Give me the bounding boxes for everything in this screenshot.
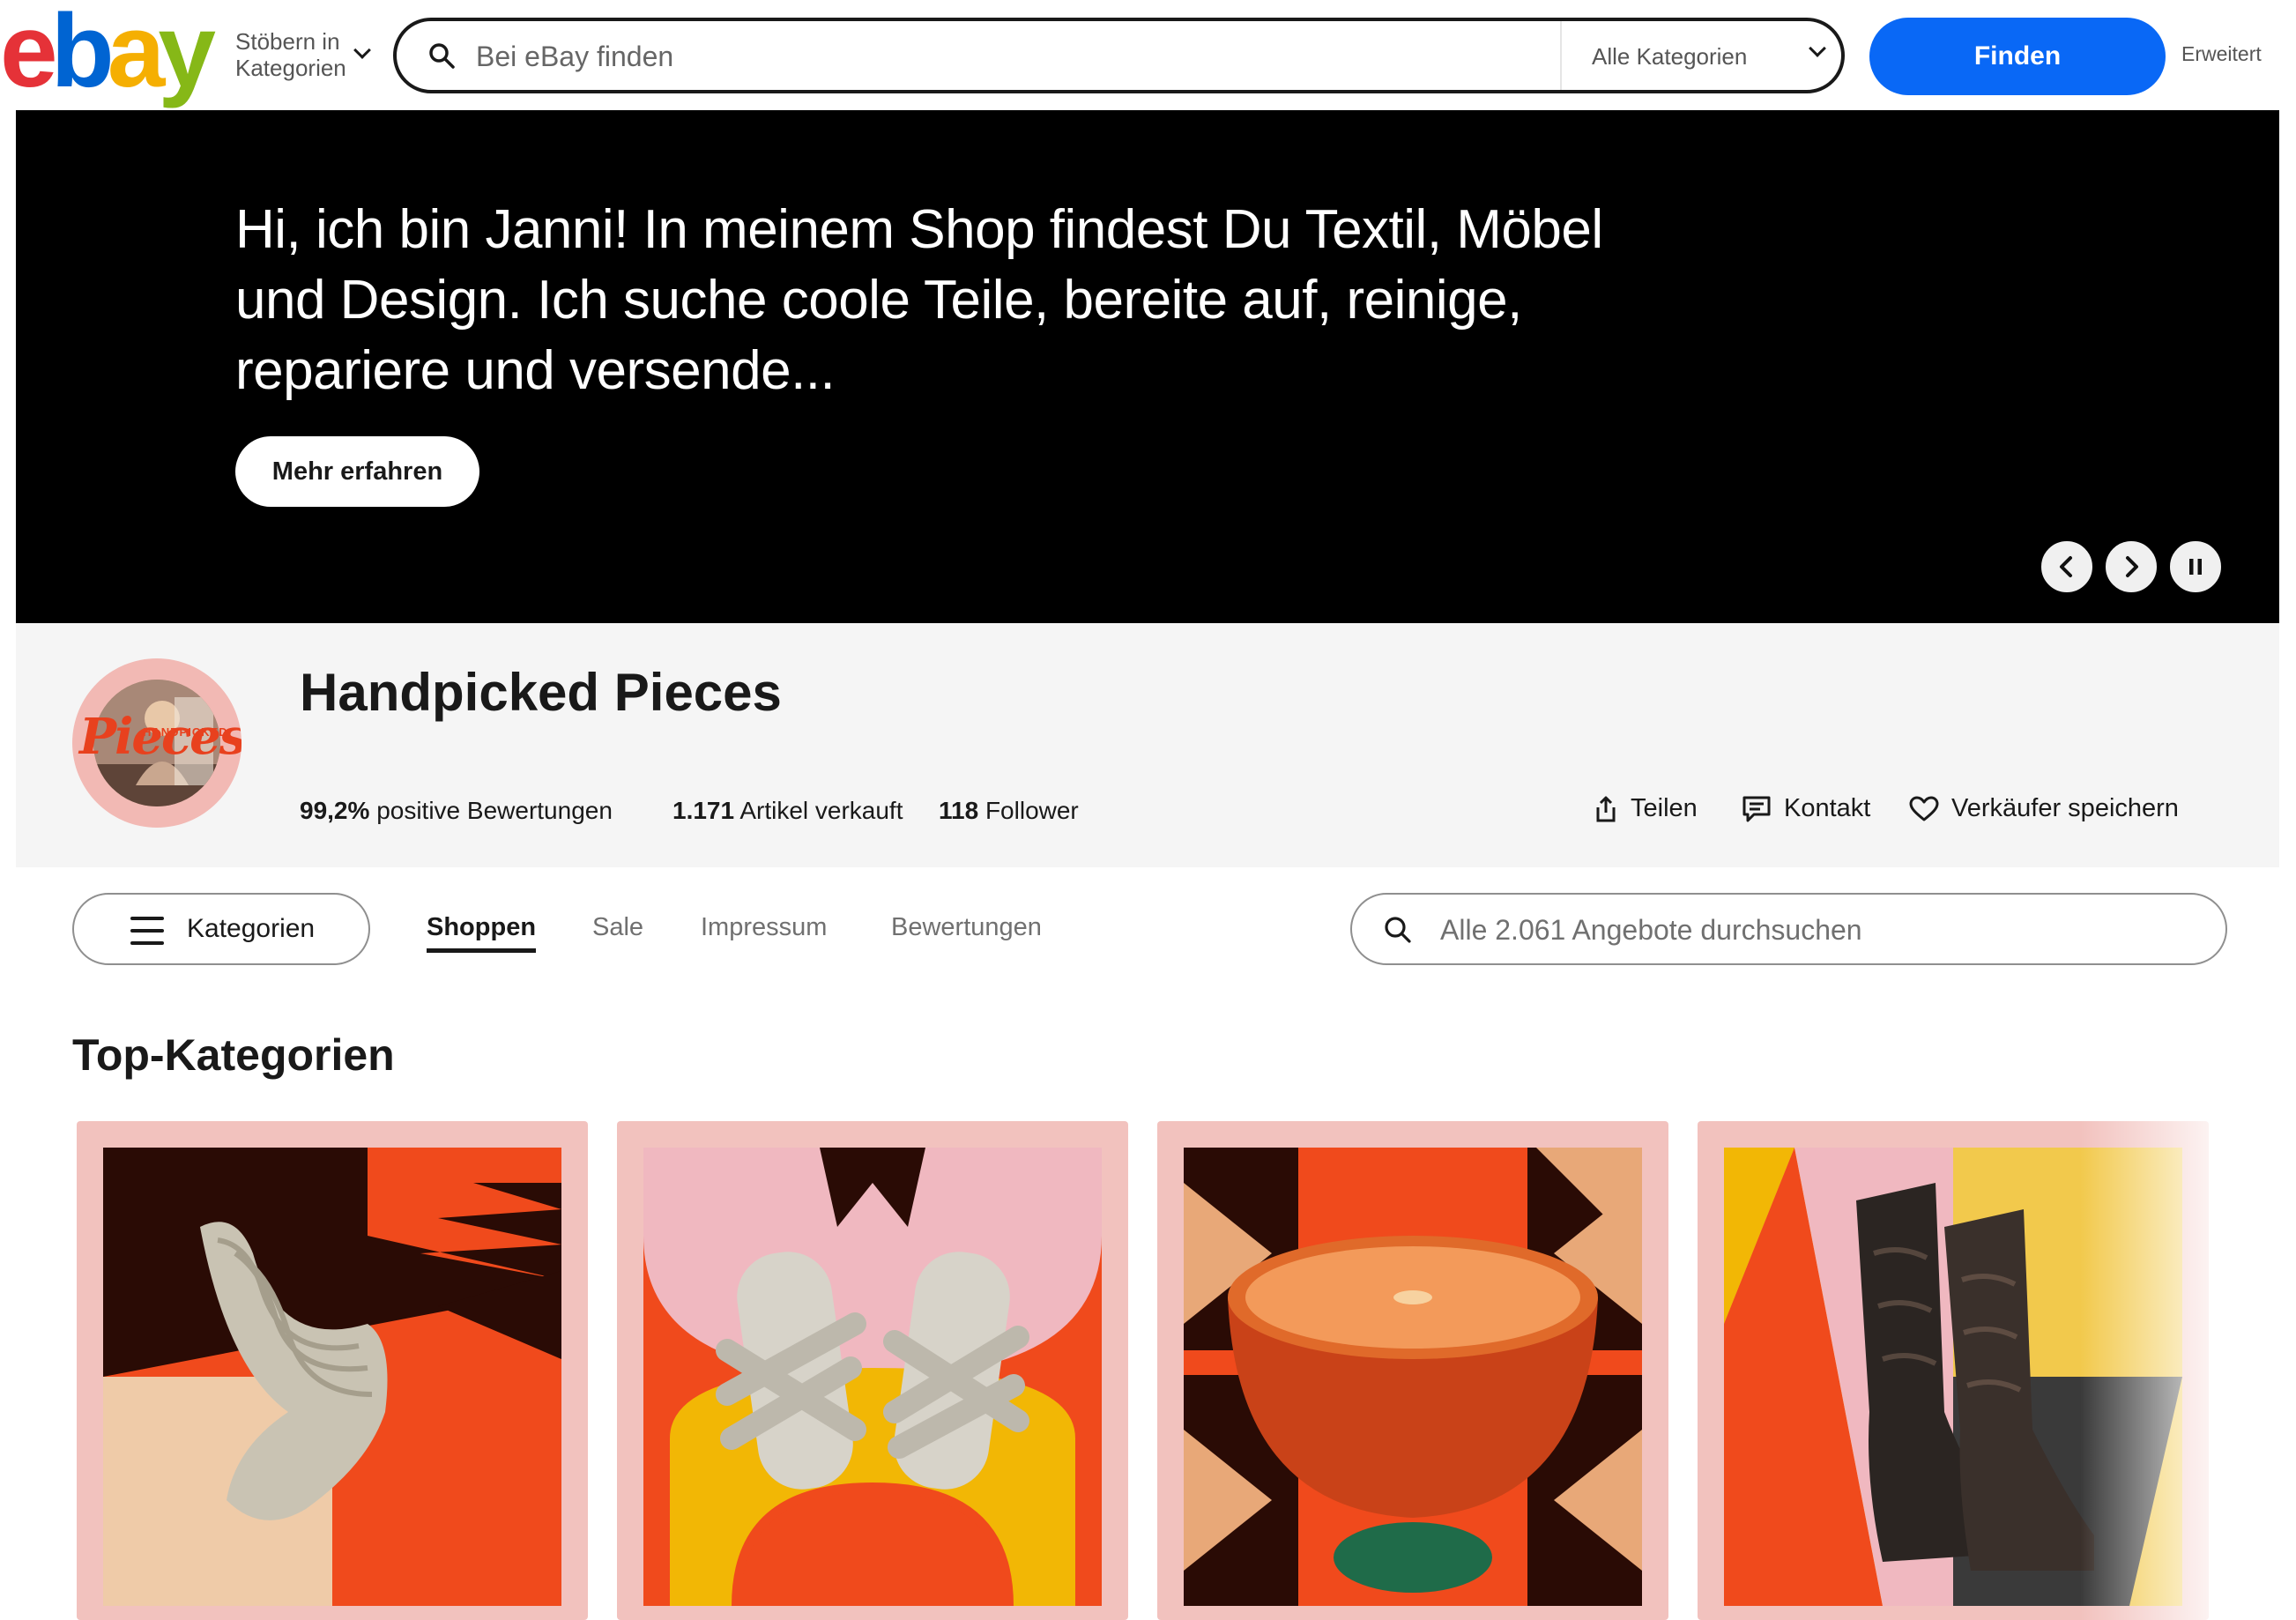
store-search-bar[interactable]: Alle 2.061 Angebote durchsuchen bbox=[1350, 893, 2227, 965]
search-input[interactable]: Bei eBay finden bbox=[476, 39, 673, 74]
share-label: Teilen bbox=[1631, 794, 1698, 822]
banner-line-2: und Design. Ich suche coole Teile, berei… bbox=[235, 270, 1522, 331]
chair-image bbox=[103, 1148, 561, 1606]
carousel-fade-overlay bbox=[2080, 1121, 2296, 1620]
category-select[interactable]: Alle Kategorien bbox=[1592, 42, 1747, 71]
find-button[interactable]: Finden bbox=[1869, 18, 2166, 95]
top-categories-title: Top-Kategorien bbox=[72, 1030, 395, 1080]
logo-letter-a: a bbox=[107, 0, 166, 109]
logo-letter-e: e bbox=[0, 0, 58, 109]
store-name: Handpicked Pieces bbox=[300, 663, 782, 722]
sandals-image bbox=[643, 1148, 1102, 1606]
followers-label: Follower bbox=[985, 797, 1079, 824]
positive-feedback-stat: 99,2% positive Bewertungen bbox=[300, 797, 613, 825]
search-divider bbox=[1560, 21, 1562, 90]
search-icon bbox=[1385, 917, 1411, 943]
logo-letter-b: b bbox=[50, 0, 115, 109]
pause-icon bbox=[2189, 559, 2202, 575]
heart-icon bbox=[1909, 796, 1939, 821]
banner-line-1: Hi, ich bin Janni! In meinem Shop findes… bbox=[235, 199, 1603, 260]
tab-shoppen[interactable]: Shoppen bbox=[427, 913, 537, 953]
categories-button-label: Kategorien bbox=[187, 914, 316, 943]
categories-button[interactable]: Kategorien bbox=[72, 893, 370, 965]
tab-bewertungen[interactable]: Bewertungen bbox=[891, 913, 1042, 942]
chevron-left-icon bbox=[2060, 556, 2072, 577]
store-info: Pieces HANDPICKED Handpicked Pieces 99,2… bbox=[16, 623, 2279, 867]
banner-next-button[interactable] bbox=[2103, 539, 2159, 595]
share-button[interactable]: Teilen bbox=[1594, 794, 1698, 823]
chevron-right-icon bbox=[2126, 556, 2138, 577]
save-seller-label: Verkäufer speichern bbox=[1951, 794, 2179, 822]
global-header: e b a y Stöbern in Kategorien Bei eBay f… bbox=[0, 0, 2296, 110]
followers-stat[interactable]: 118 Follower bbox=[939, 797, 1079, 825]
chevron-down-icon bbox=[1809, 40, 1826, 57]
positive-feedback-value: 99,2% bbox=[300, 797, 370, 824]
banner-line-3: repariere und versende... bbox=[235, 340, 836, 401]
category-card-chair[interactable] bbox=[77, 1121, 588, 1620]
store-banner: Hi, ich bin Janni! In meinem Shop findes… bbox=[16, 110, 2279, 623]
ebay-logo[interactable]: e b a y bbox=[0, 0, 216, 109]
category-card-grapefruit[interactable] bbox=[1157, 1121, 1668, 1620]
grapefruit-image bbox=[1184, 1148, 1642, 1606]
banner-text: Hi, ich bin Janni! In meinem Shop findes… bbox=[235, 195, 1734, 406]
tab-impressum[interactable]: Impressum bbox=[701, 913, 827, 942]
browse-label-line2: Kategorien bbox=[235, 55, 346, 81]
tab-sale[interactable]: Sale bbox=[592, 913, 643, 942]
banner-prev-button[interactable] bbox=[2039, 539, 2095, 595]
save-seller-button[interactable]: Verkäufer speichern bbox=[1909, 794, 2179, 823]
banner-pause-button[interactable] bbox=[2167, 539, 2224, 595]
message-icon bbox=[1742, 796, 1771, 821]
hamburger-menu-icon bbox=[130, 917, 164, 945]
category-card-sandals[interactable] bbox=[617, 1121, 1128, 1620]
avatar-small-text: HANDPICKED bbox=[143, 725, 228, 739]
contact-label: Kontakt bbox=[1784, 794, 1871, 822]
store-avatar: Pieces HANDPICKED bbox=[72, 658, 241, 828]
store-search-input[interactable]: Alle 2.061 Angebote durchsuchen bbox=[1440, 914, 1862, 947]
followers-value: 118 bbox=[939, 797, 979, 824]
contact-button[interactable]: Kontakt bbox=[1742, 794, 1870, 823]
search-icon bbox=[429, 43, 455, 69]
global-search-bar: Bei eBay finden Alle Kategorien bbox=[393, 18, 1845, 93]
positive-feedback-label: positive Bewertungen bbox=[376, 797, 613, 824]
items-sold-label: Artikel verkauft bbox=[739, 797, 903, 824]
logo-letter-y: y bbox=[158, 0, 216, 109]
items-sold-value: 1.171 bbox=[672, 797, 735, 824]
browse-categories-button[interactable]: Stöbern in Kategorien bbox=[235, 28, 376, 81]
items-sold-stat: 1.171 Artikel verkauft bbox=[672, 797, 903, 825]
advanced-search-link[interactable]: Erweitert bbox=[2181, 42, 2262, 66]
learn-more-button[interactable]: Mehr erfahren bbox=[235, 436, 479, 507]
share-icon bbox=[1596, 796, 1616, 821]
